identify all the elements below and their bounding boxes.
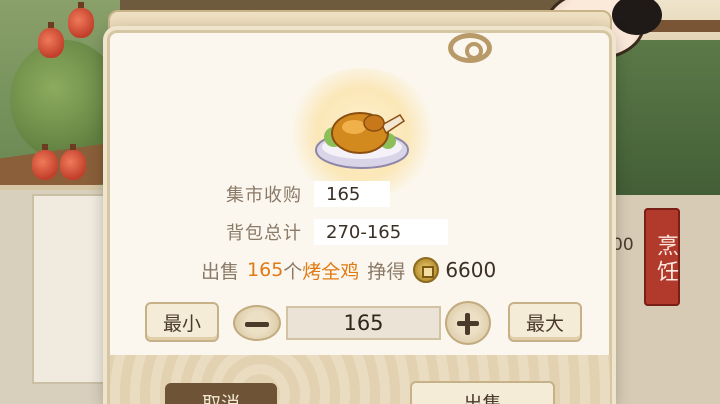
side-card-left bbox=[32, 194, 112, 384]
minus-icon bbox=[245, 322, 269, 327]
max-button[interactable]: 最大 bbox=[508, 302, 582, 342]
decrease-button[interactable] bbox=[233, 305, 281, 341]
roast-chicken-icon bbox=[315, 112, 409, 169]
character-body bbox=[610, 40, 720, 220]
market-value: 165 bbox=[314, 181, 390, 207]
lantern-icon bbox=[60, 144, 86, 180]
market-row: 集市收购 165 bbox=[226, 181, 390, 207]
lantern-icon bbox=[38, 22, 64, 58]
cook-tab[interactable]: 烹饪 bbox=[644, 208, 680, 306]
bag-label: 背包总计 bbox=[226, 223, 302, 244]
side-partial-number: 00 bbox=[612, 235, 634, 255]
earn-label: 挣得 bbox=[367, 260, 406, 283]
item-name: 烤全鸡 bbox=[302, 260, 360, 283]
increase-button[interactable] bbox=[445, 301, 491, 345]
sell-summary: 出售 165 个 烤全鸡 挣得 6600 bbox=[201, 255, 496, 285]
knot-ornament-icon bbox=[448, 33, 492, 63]
sell-count: 165 bbox=[247, 259, 284, 281]
earn-amount: 6600 bbox=[445, 258, 497, 282]
sell-unit: 个 bbox=[283, 260, 303, 283]
copper-coin-icon bbox=[413, 257, 440, 283]
sell-prefix: 出售 bbox=[201, 260, 240, 283]
min-button[interactable]: 最小 bbox=[145, 302, 219, 342]
tree bbox=[10, 40, 120, 160]
sell-button[interactable]: 出售 bbox=[410, 381, 555, 404]
market-label: 集市收购 bbox=[226, 185, 302, 206]
cancel-button[interactable]: 取消 bbox=[165, 383, 277, 404]
bag-value: 270-165 bbox=[314, 219, 448, 245]
lantern-icon bbox=[68, 2, 94, 38]
bag-row: 背包总计 270-165 bbox=[226, 219, 448, 245]
lantern-icon bbox=[32, 144, 58, 180]
quantity-value: 165 bbox=[343, 311, 384, 335]
quantity-field[interactable]: 165 bbox=[286, 306, 441, 340]
